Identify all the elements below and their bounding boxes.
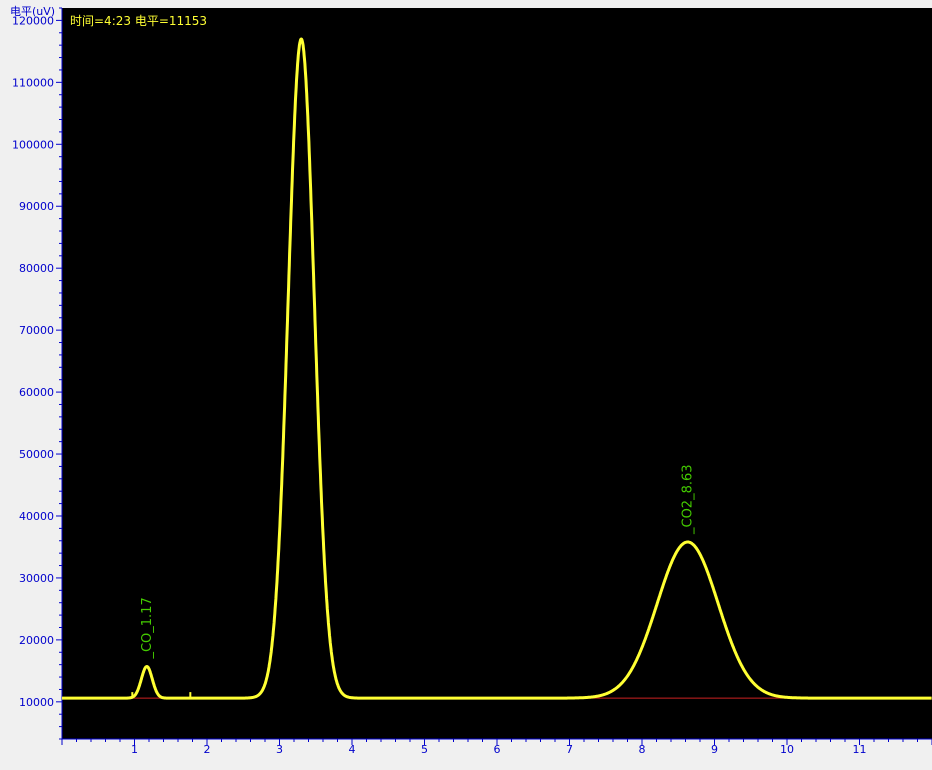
y-tick-label: 20000 bbox=[19, 634, 54, 647]
y-tick-label: 10000 bbox=[19, 696, 54, 709]
x-tick-label: 11 bbox=[853, 743, 867, 756]
x-tick-label: 10 bbox=[780, 743, 794, 756]
plot-area[interactable] bbox=[62, 8, 932, 739]
y-axis-label: 电平(uV) bbox=[10, 5, 55, 18]
peak-label-co: _CO_1.17 bbox=[140, 597, 155, 659]
x-tick-label: 6 bbox=[494, 743, 501, 756]
y-tick-label: 50000 bbox=[19, 448, 54, 461]
y-tick-label: 60000 bbox=[19, 386, 54, 399]
x-tick-label: 1 bbox=[131, 743, 138, 756]
chromatogram-chart: 10000 20000 30000 40000 50000 60000 70000 80000… bbox=[0, 0, 932, 766]
chromatogram-svg: 10000 20000 30000 40000 50000 60000 70000 80000… bbox=[0, 0, 932, 766]
y-tick-label: 30000 bbox=[19, 572, 54, 585]
y-tick-label: 90000 bbox=[19, 200, 54, 213]
peak-label-co2: _CO2_8.63 bbox=[681, 464, 696, 535]
x-tick-label: 3 bbox=[276, 743, 283, 756]
x-tick-label: 2 bbox=[204, 743, 211, 756]
x-tick-label: 9 bbox=[711, 743, 718, 756]
x-tick-label: 5 bbox=[421, 743, 428, 756]
x-tick-label: 4 bbox=[349, 743, 356, 756]
x-tick-label: 8 bbox=[639, 743, 646, 756]
y-tick-label: 100000 bbox=[12, 138, 54, 151]
y-tick-label: 110000 bbox=[12, 76, 54, 89]
y-tick-label: 70000 bbox=[19, 324, 54, 337]
y-tick-label: 80000 bbox=[19, 262, 54, 275]
status-readout: 时间=4:23 电平=11153 bbox=[70, 14, 207, 28]
y-tick-label: 40000 bbox=[19, 510, 54, 523]
x-tick-label: 7 bbox=[566, 743, 573, 756]
